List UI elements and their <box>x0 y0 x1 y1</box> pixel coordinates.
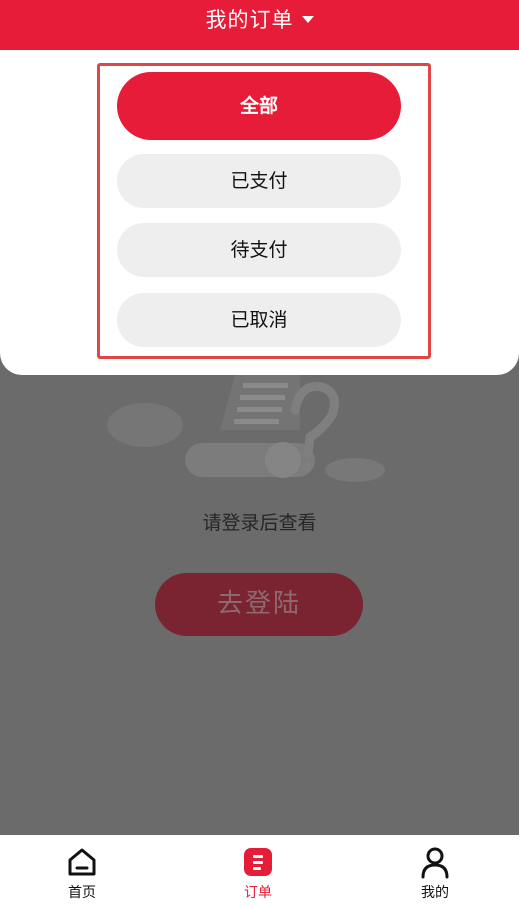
tab-orders[interactable]: 订单 <box>198 835 318 905</box>
filter-options-box: 全部 已支付 待支付 已取消 <box>97 63 431 359</box>
filter-all-button[interactable]: 全部 <box>117 72 401 140</box>
filter-cancelled-button[interactable]: 已取消 <box>117 293 401 347</box>
page-title: 我的订单 <box>205 8 294 32</box>
header: 我的订单 <box>0 0 519 50</box>
tab-orders-label: 订单 <box>244 885 272 901</box>
empty-state: 请登录后查看 去登陆 <box>0 375 519 835</box>
order-icon <box>244 848 272 876</box>
empty-orders-illustration-icon <box>107 375 385 482</box>
tab-home[interactable]: 首页 <box>22 835 142 905</box>
caret-down-icon <box>301 15 314 23</box>
profile-icon <box>421 847 449 879</box>
filter-paid-button[interactable]: 已支付 <box>117 154 401 208</box>
tab-home-label: 首页 <box>68 885 96 901</box>
tab-profile-label: 我的 <box>421 885 449 901</box>
go-login-button[interactable]: 去登陆 <box>155 573 363 636</box>
filter-unpaid-button[interactable]: 待支付 <box>117 223 401 277</box>
order-filter-dropdown: 全部 已支付 待支付 已取消 <box>0 50 519 375</box>
tab-profile[interactable]: 我的 <box>375 835 495 905</box>
bottom-tabbar: 首页 订单 我的 <box>0 835 519 905</box>
order-type-dropdown-toggle[interactable]: 我的订单 <box>0 6 519 34</box>
home-icon <box>68 848 96 876</box>
login-hint-text: 请登录后查看 <box>202 512 317 534</box>
